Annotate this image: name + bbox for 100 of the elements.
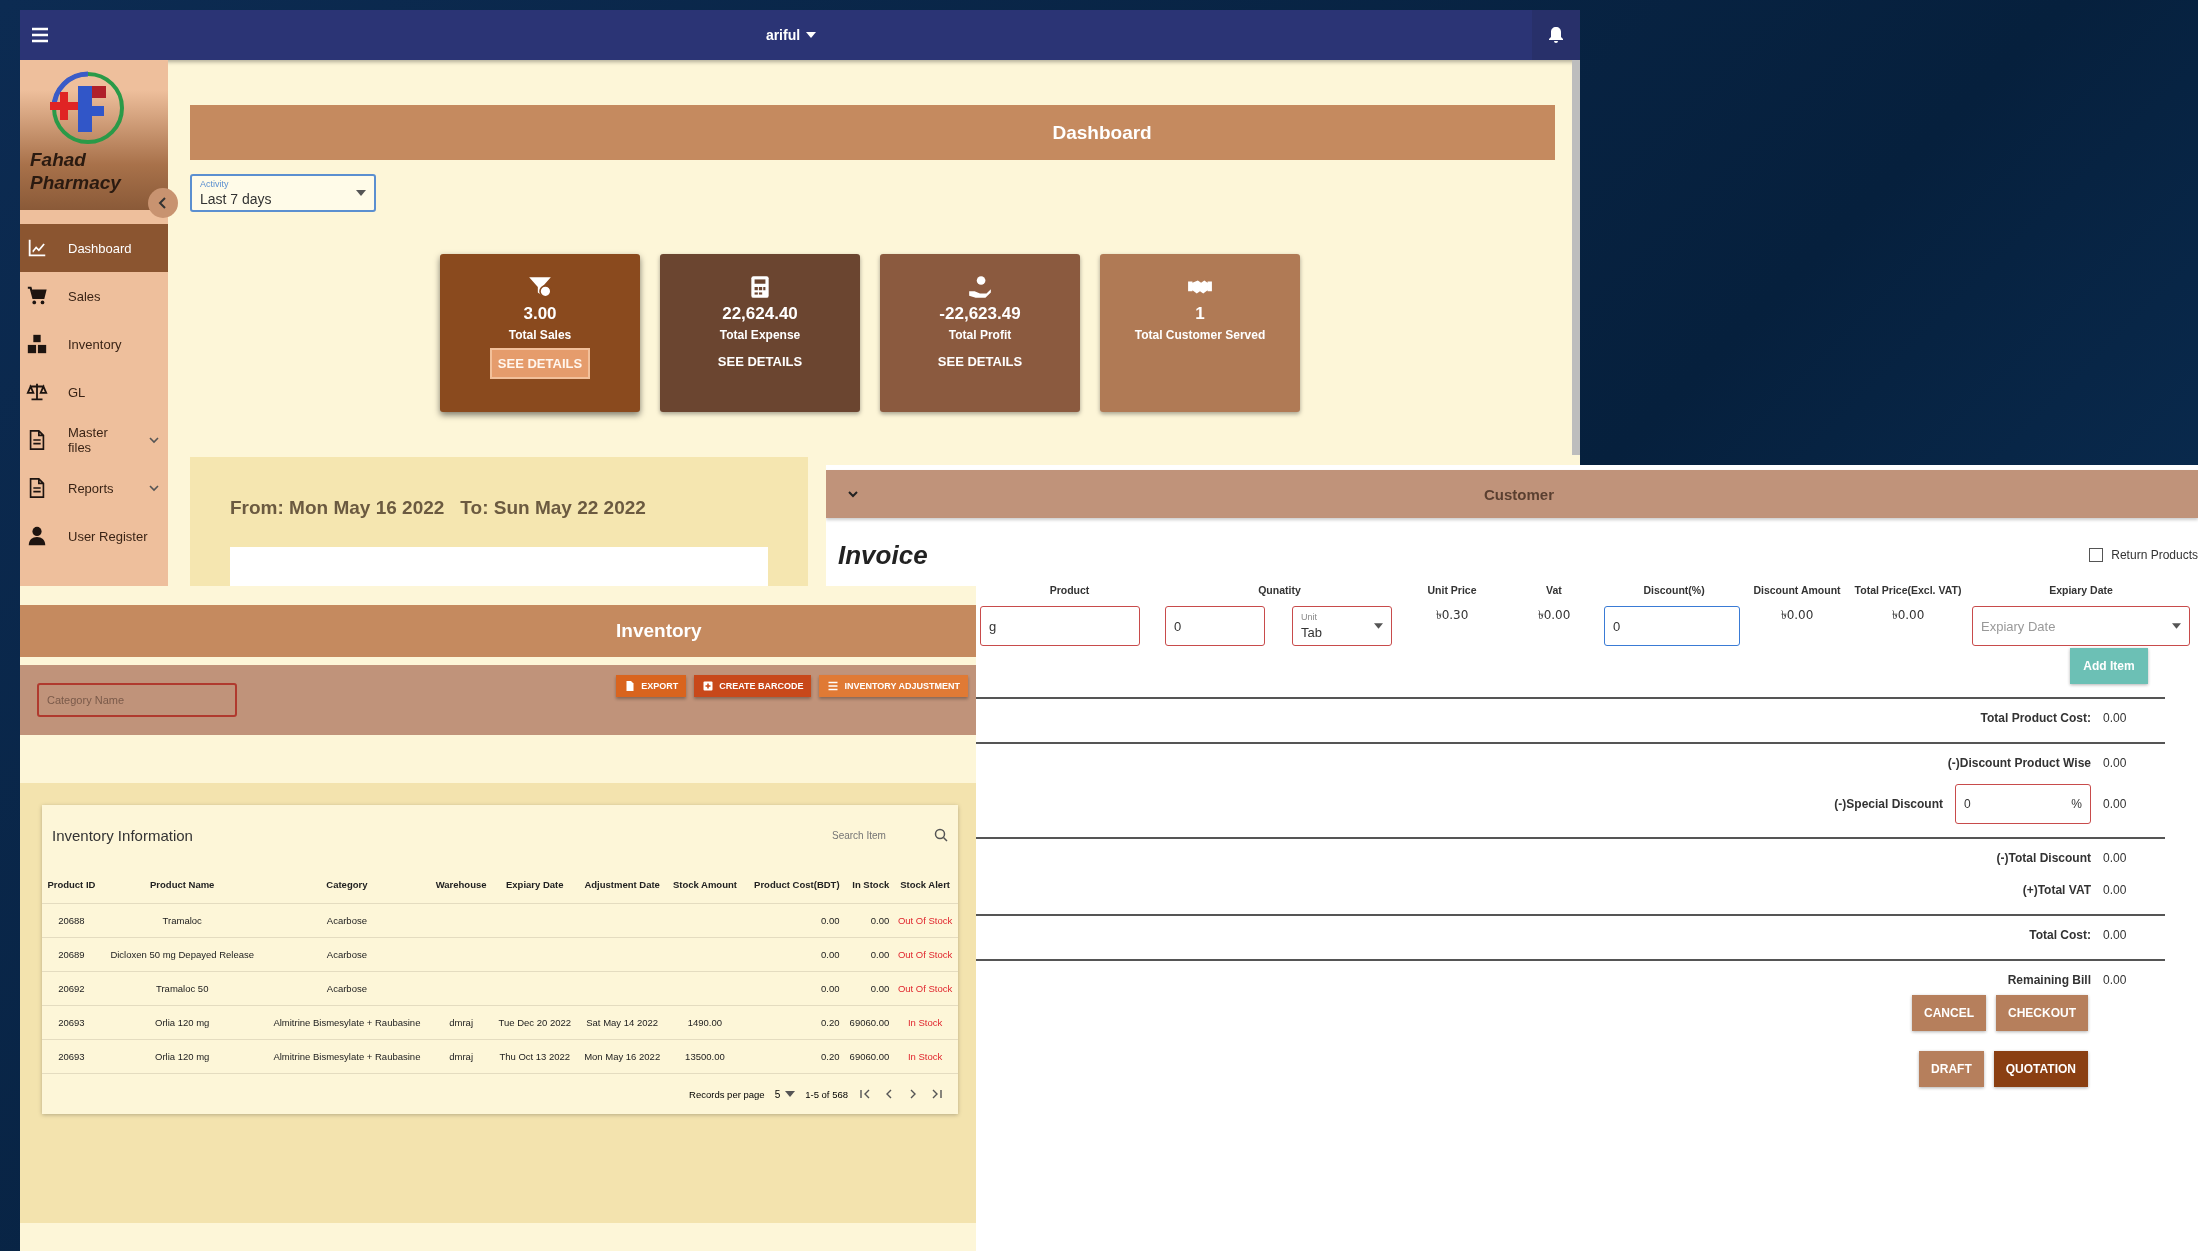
table-cell: 1490.00 [687,1017,723,1028]
table-cell: 0.00 [821,915,840,926]
total-label: Total Cost: [2029,928,2091,942]
chevron-down-icon [148,434,160,446]
date-to: To: Sun May 22 2022 [460,497,646,519]
first-page-icon[interactable] [858,1087,872,1101]
caret-icon [2172,623,2181,629]
special-discount-field[interactable]: 0 % [1955,784,2091,824]
sidebar-item[interactable]: Inventory [20,320,168,368]
see-details-button[interactable]: SEE DETAILS [711,348,809,375]
category-field[interactable]: Category Name [37,683,237,717]
total-label: Total Product Cost: [1980,711,2091,725]
product-field[interactable]: g [980,606,1140,646]
total-label: (+)Total VAT [2022,883,2091,897]
table-cell: 0.00 [821,983,840,994]
table-cell: 0.00 [870,983,890,994]
person-icon [26,525,48,547]
page-title: Inventory [615,620,703,642]
hand-coin-icon [967,274,993,300]
stock-status: In Stock [907,1051,943,1062]
activity-select[interactable]: Activity Last 7 days [190,174,376,212]
collapse-button[interactable] [148,188,178,218]
table-cell: Mon May 16 2022 [584,1051,661,1062]
chevron-down-icon [148,482,160,494]
see-details-button[interactable]: SEE DETAILS [931,348,1029,375]
last-page-icon[interactable] [930,1087,944,1101]
column-header[interactable]: Adjustment Date [577,865,667,904]
discount-field[interactable]: 0 [1604,606,1740,646]
column-header[interactable]: Warehouse [430,865,493,904]
document-icon [624,680,637,692]
table-cell: Acarbose [326,915,367,926]
sidebar-item[interactable]: User Register [20,512,168,560]
notification-button[interactable] [1532,10,1580,60]
unit-select[interactable]: Unit Tab [1292,606,1392,646]
menu-icon[interactable] [30,25,50,45]
search-icon[interactable] [934,828,948,842]
stat-label: Total Expense [719,328,801,342]
sidebar-item[interactable]: GL [20,368,168,416]
total-value: 0.00 [2103,928,2128,942]
chevron-left-icon [157,197,169,209]
total-value: 0.00 [2103,756,2128,770]
table-cell: 20692 [58,983,85,994]
table-cell: Almitrine Bismesylate + Raubasine [273,1017,421,1028]
bell-icon [1546,25,1566,45]
chart-icon [26,237,48,259]
table-cell: 0.00 [870,949,890,960]
action-button[interactable]: QUOTATION [1993,1051,2088,1087]
table-cell: 20693 [58,1017,85,1028]
sidebar-item[interactable]: Reports [20,464,168,512]
column-header[interactable]: Expiary Date [492,865,578,904]
table-cell: Sat May 14 2022 [586,1017,659,1028]
total-value: 0.00 [2103,973,2128,987]
stock-status: Out Of Stock [897,949,953,960]
column-label: Discount(%) [1642,584,1706,598]
column-label: Discount Amount [1752,584,1842,598]
stock-status: Out Of Stock [897,983,953,994]
column-label: Total Price(Excl. VAT) [1853,584,1963,598]
date-from: From: Mon May 16 2022 [230,497,445,519]
sidebar-item[interactable]: Master files [20,416,168,464]
column-header[interactable]: Stock Alert [892,865,958,904]
search-field[interactable]: Search Item [830,828,914,842]
records-per-page-label: Records per page [689,1088,765,1100]
column-header[interactable]: Product ID [42,865,101,904]
total-price: ৳0.00 [1890,607,1926,624]
per-page-select[interactable]: 5 [774,1088,796,1100]
page-title: Dashboard [1051,121,1153,144]
total-value: 0.00 [2103,711,2128,725]
column-header[interactable]: Product Name [100,865,264,904]
total-label: Remaining Bill [2007,973,2091,987]
scrollbar[interactable] [1572,60,1580,455]
caret-icon [806,32,817,38]
discount-amount: ৳0.00 [1779,607,1815,624]
toolbar-button[interactable]: CREATE BARCODE [694,675,812,697]
table-cell: 69060.00 [849,1017,890,1028]
quantity-field[interactable]: 0 [1165,606,1265,646]
table-cell: dmraj [449,1017,473,1028]
stock-status: In Stock [907,1017,943,1028]
column-label: Product [1048,584,1091,598]
column-header[interactable]: Stock Amount [666,865,743,904]
table-cell: 20693 [58,1051,85,1062]
toolbar-button[interactable]: EXPORT [616,675,687,697]
user-menu[interactable]: ariful [763,25,819,45]
table-cell: Tramaloc 50 [156,983,209,994]
stat-label: Total Sales [508,328,572,342]
table-cell: 0.20 [821,1017,840,1028]
column-header[interactable]: In Stock [842,865,893,904]
column-label: Unit Price [1426,584,1478,598]
column-header[interactable]: Category [263,865,431,904]
table-cell: 13500.00 [685,1051,725,1062]
stat-label: Total Customer Served [1134,328,1266,342]
column-header[interactable]: Product Cost(BDT) [743,865,843,904]
table-cell: 0.00 [870,915,890,926]
table-cell: Orlia 120 mg [155,1051,210,1062]
sidebar-item[interactable]: Dashboard [20,224,168,272]
total-value: 0.00 [2103,851,2128,865]
customer-bar[interactable]: Customer [826,470,2198,518]
return-products-checkbox[interactable]: Return Products [2089,548,2198,562]
stock-status: Out Of Stock [897,915,953,926]
boxes-icon [26,333,48,355]
sidebar-item[interactable]: Sales [20,272,168,320]
